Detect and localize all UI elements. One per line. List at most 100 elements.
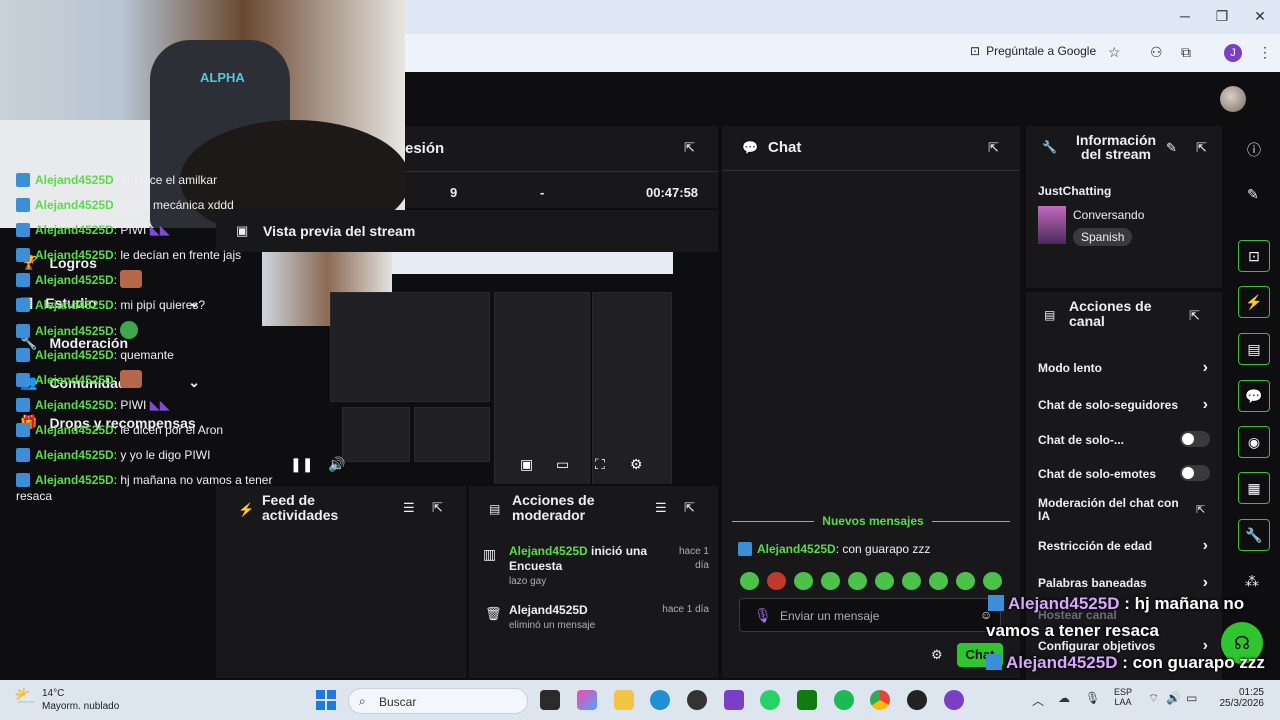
overlay-chat-line: Alejand4525D : hj mañana no bbox=[988, 594, 1244, 614]
chat-message: Alejand4525D: quemante bbox=[16, 347, 288, 363]
clip-icon[interactable]: ⊡ bbox=[1238, 240, 1270, 272]
xbox-icon[interactable] bbox=[797, 690, 817, 710]
chatgpt-icon[interactable] bbox=[687, 690, 707, 710]
chat-bubble-icon: 💬 bbox=[742, 140, 759, 155]
edit-pencil-icon[interactable]: ✎ bbox=[1247, 186, 1259, 203]
chat-title: Chat bbox=[768, 139, 802, 156]
emote-icon[interactable] bbox=[929, 572, 948, 590]
emote-icon[interactable] bbox=[848, 572, 867, 590]
chat-message: Alejand4525D: le dicen por el Aron bbox=[16, 422, 288, 438]
extension-icon[interactable]: ⚇ bbox=[1150, 44, 1163, 61]
weather-desc[interactable]: Mayorm. nublado bbox=[42, 701, 119, 712]
lens-icon: ⊡ bbox=[970, 44, 981, 58]
windows-start-icon[interactable] bbox=[316, 690, 336, 710]
info-icon[interactable]: ⓘ bbox=[1247, 140, 1261, 160]
menu-kebab-icon[interactable]: ⋮ bbox=[1258, 44, 1272, 61]
obs-icon[interactable] bbox=[907, 690, 927, 710]
chevron-up-icon[interactable]: ︿ bbox=[1032, 692, 1044, 709]
popout-icon[interactable]: ⇱ bbox=[432, 500, 443, 516]
document-icon[interactable]: ▤ bbox=[1238, 333, 1270, 365]
file-explorer-icon[interactable] bbox=[614, 690, 634, 710]
more-icon[interactable]: ⁂ bbox=[1245, 573, 1259, 590]
tag-badge[interactable]: Spanish bbox=[1073, 228, 1133, 246]
fullscreen-icon[interactable]: ⛶ bbox=[595, 456, 605, 473]
popout-icon[interactable]: ⇱ bbox=[1196, 140, 1207, 156]
chat-bubble-icon[interactable]: 💬 bbox=[1238, 380, 1270, 412]
stream-preview-video[interactable]: ❚❚ 🔊 ▣ ▭ ⛶ ⚙ bbox=[262, 252, 673, 484]
action-solo-suscriptores[interactable]: Chat de solo-... bbox=[1038, 431, 1214, 447]
emote-icon[interactable] bbox=[956, 572, 975, 590]
popout-icon[interactable]: ⇱ bbox=[684, 140, 695, 156]
language-indicator[interactable]: ESP LAA bbox=[1114, 687, 1132, 707]
ask-google-button[interactable]: ⊡ Pregúntale a Google bbox=[970, 44, 1096, 58]
settings-gear-icon[interactable]: ⚙ bbox=[630, 456, 643, 473]
filter-icon[interactable]: ☰ bbox=[403, 500, 415, 516]
popout-icon[interactable]: ⇱ bbox=[1189, 308, 1200, 324]
weather-temp[interactable]: 14°C bbox=[42, 688, 64, 699]
mic-icon[interactable]: 🎙 bbox=[754, 607, 772, 624]
external-link-icon[interactable]: ⇱ bbox=[1196, 503, 1205, 516]
divider bbox=[405, 171, 718, 172]
pause-icon[interactable]: ❚❚ bbox=[290, 456, 313, 473]
popout-icon[interactable]: ⇱ bbox=[988, 140, 999, 156]
popout-icon[interactable]: ⇱ bbox=[684, 500, 695, 516]
emote-icon[interactable] bbox=[794, 572, 813, 590]
chrome-icon[interactable] bbox=[870, 690, 890, 710]
pip-icon[interactable]: ▣ bbox=[520, 456, 533, 473]
puzzle-icon[interactable]: ⧉ bbox=[1181, 44, 1191, 61]
clock[interactable]: 01:25 25/3/2026 bbox=[1206, 687, 1265, 709]
raid-icon[interactable]: ▦ bbox=[1238, 472, 1270, 504]
edge-icon[interactable] bbox=[650, 690, 670, 710]
action-moderacion-ia[interactable]: Moderación del chat con IA bbox=[1038, 497, 1188, 523]
emote-icon[interactable] bbox=[767, 572, 786, 590]
user-avatar[interactable] bbox=[1220, 86, 1246, 112]
emote-picker-bar[interactable] bbox=[740, 572, 1002, 590]
copilot-icon[interactable] bbox=[577, 690, 597, 710]
cloud-icon[interactable]: ☁ bbox=[1058, 691, 1070, 705]
edit-pencil-icon[interactable]: ✎ bbox=[1166, 140, 1177, 156]
action-restriccion-edad[interactable]: Restricción de edad › bbox=[1038, 537, 1214, 554]
app-icon[interactable] bbox=[724, 690, 744, 710]
wrench-icon[interactable]: 🔧 bbox=[1238, 519, 1270, 551]
action-solo-emotes[interactable]: Chat de solo-emotes bbox=[1038, 465, 1214, 481]
close-icon[interactable]: ✕ bbox=[1250, 8, 1270, 25]
battery-icon[interactable]: ▭ bbox=[1186, 691, 1197, 705]
overlay-chat-line: vamos a tener resaca bbox=[986, 621, 1159, 640]
emote-icon[interactable] bbox=[983, 572, 1002, 590]
action-objetivos[interactable]: Configurar objetivos › bbox=[1038, 637, 1214, 654]
divider bbox=[722, 170, 1020, 171]
stream-category[interactable]: JustChatting bbox=[1038, 184, 1111, 198]
badge-icon bbox=[16, 348, 30, 362]
broadcast-icon[interactable]: ◉ bbox=[1238, 426, 1270, 458]
theater-icon[interactable]: ▭ bbox=[556, 456, 569, 473]
volume-icon[interactable]: 🔊 bbox=[1166, 691, 1181, 705]
action-modo-lento[interactable]: Modo lento › bbox=[1038, 359, 1214, 376]
address-bar[interactable] bbox=[405, 34, 1280, 72]
emote-icon[interactable] bbox=[821, 572, 840, 590]
filter-icon[interactable]: ☰ bbox=[655, 500, 667, 516]
wifi-icon[interactable]: ⌔ bbox=[1148, 691, 1159, 706]
toggle-switch[interactable] bbox=[1180, 431, 1210, 447]
mic-icon[interactable]: 🎙 bbox=[1085, 691, 1100, 705]
emote-icon[interactable] bbox=[740, 572, 759, 590]
badge-icon bbox=[738, 542, 752, 556]
volume-icon[interactable]: 🔊 bbox=[328, 456, 345, 473]
bookmark-star-icon[interactable]: ☆ bbox=[1108, 44, 1121, 61]
toggle-switch[interactable] bbox=[1180, 465, 1210, 481]
list-item-user: Alejand4525D bbox=[509, 603, 588, 617]
maximize-icon[interactable]: ❐ bbox=[1212, 8, 1232, 25]
whatsapp-icon[interactable] bbox=[760, 690, 780, 710]
profile-avatar[interactable]: J bbox=[1224, 44, 1242, 62]
chat-input[interactable]: 🎙 Enviar un mensaje ☺ bbox=[739, 598, 1001, 632]
lightning-icon[interactable]: ⚡ bbox=[1238, 286, 1270, 318]
app-icon[interactable] bbox=[944, 690, 964, 710]
action-palabras-baneadas[interactable]: Palabras baneadas › bbox=[1038, 574, 1214, 591]
action-solo-seguidores[interactable]: Chat de solo-seguidores › bbox=[1038, 396, 1214, 413]
emote-icon[interactable] bbox=[902, 572, 921, 590]
chat-settings-gear-icon[interactable]: ⚙ bbox=[931, 647, 943, 663]
emote-icon[interactable] bbox=[875, 572, 894, 590]
minimize-icon[interactable]: ─ bbox=[1175, 8, 1195, 24]
task-view-icon[interactable] bbox=[540, 690, 560, 710]
taskbar-search[interactable]: ⌕ Buscar bbox=[348, 688, 528, 714]
spotify-icon[interactable] bbox=[834, 690, 854, 710]
